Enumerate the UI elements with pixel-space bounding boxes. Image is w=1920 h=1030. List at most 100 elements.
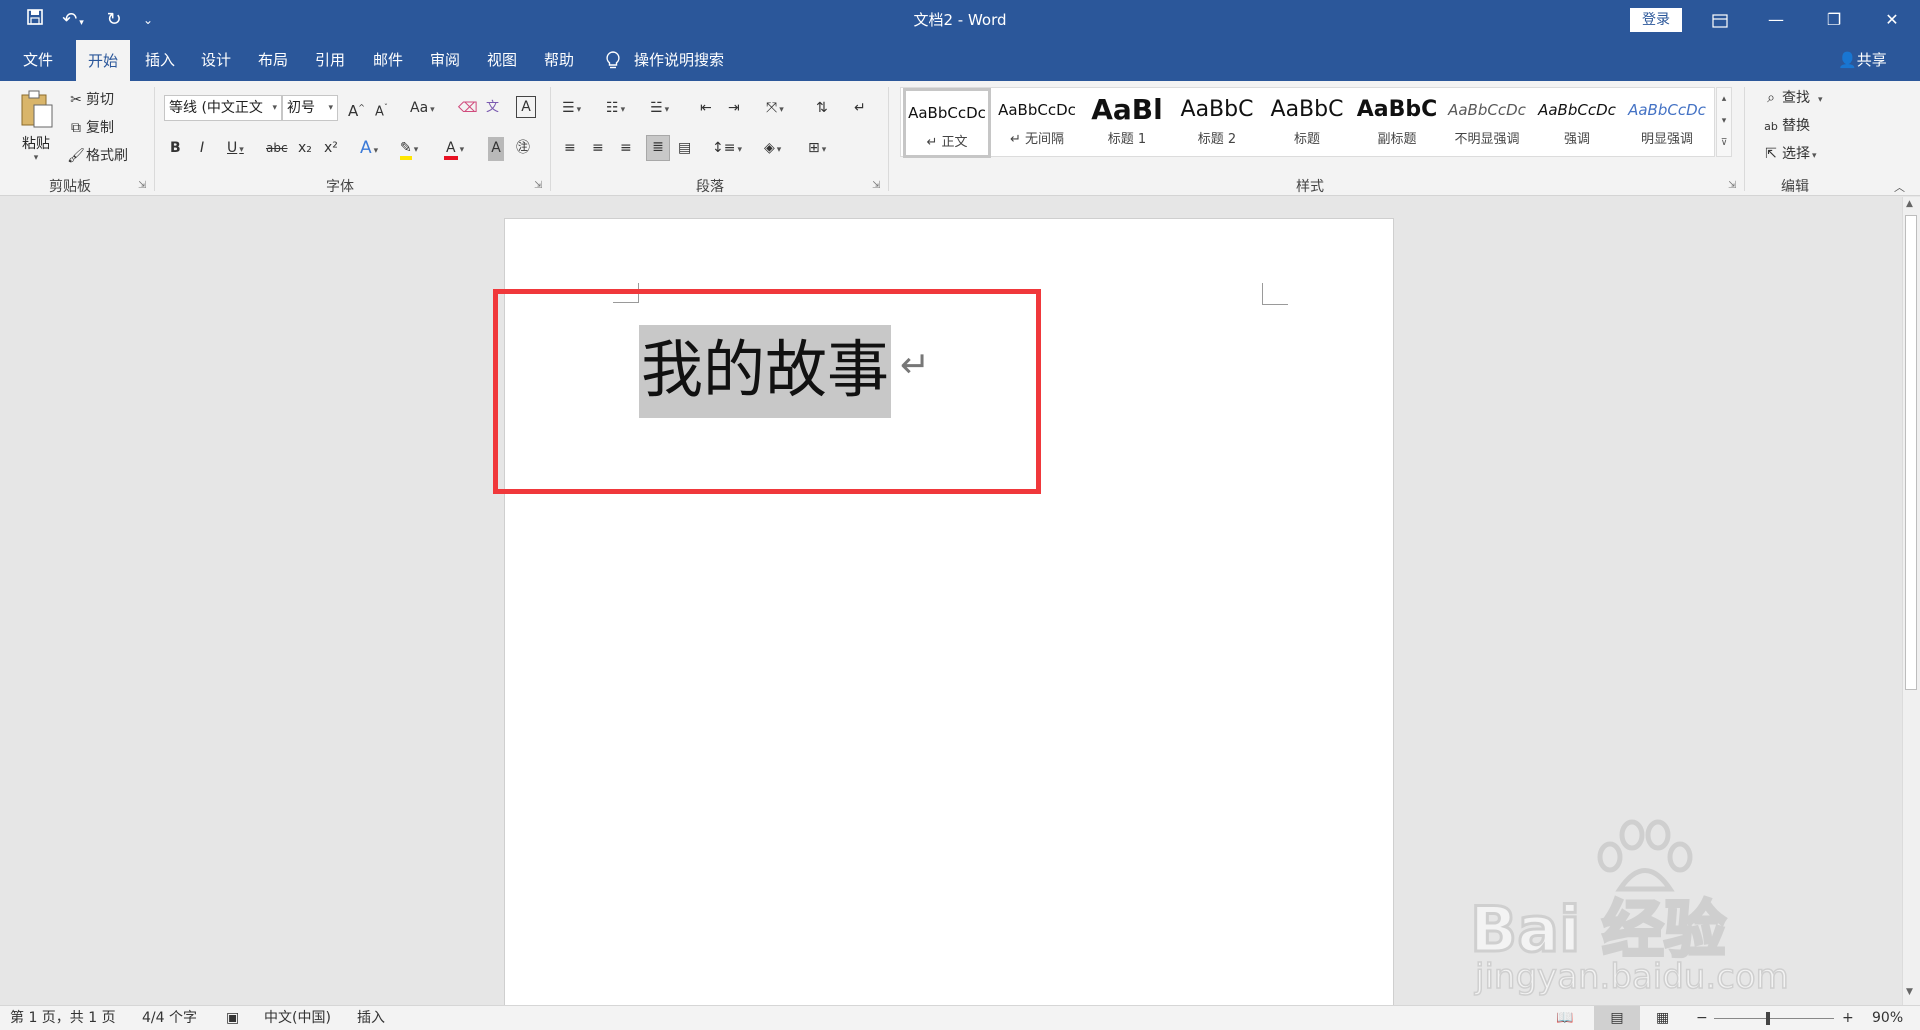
strikethrough-button[interactable]: abc [266,137,288,161]
tab-mailings[interactable]: 邮件 [364,40,412,81]
sign-in-button[interactable]: 登录 [1630,8,1682,32]
font-size-combo[interactable]: 初号 ▾ [282,95,338,121]
tab-references[interactable]: 引用 [306,40,354,81]
line-spacing-button[interactable]: ↕≡ ▾ [712,137,742,161]
decrease-indent-icon[interactable]: ⇤ [700,97,712,121]
zoom-slider-thumb[interactable] [1766,1012,1770,1025]
word-count[interactable]: 4/4 个字 [142,1009,197,1027]
show-marks-icon[interactable]: ↵ [854,97,866,121]
chinese-layout-button[interactable]: ⤧ ▾ [766,97,784,121]
font-launcher-icon[interactable]: ⇲ [534,180,542,191]
character-border-icon[interactable]: A [516,96,536,118]
style-title[interactable]: AaBbC 标题 [1263,88,1351,158]
bullets-button[interactable]: ☰ ▾ [562,97,581,121]
scroll-down-icon[interactable]: ▼ [1906,987,1913,997]
numbered-list-icon: ☷ [606,100,619,116]
italic-button[interactable]: I [200,137,204,161]
align-left-icon[interactable]: ≡ [564,137,576,161]
undo-button[interactable]: ↶ ▾ [58,8,88,32]
font-color-button[interactable]: A ▾ [444,137,464,161]
zoom-level[interactable]: 90% [1872,1009,1903,1027]
style-subtle-emphasis[interactable]: AaBbCcDc 不明显强调 [1443,88,1531,158]
copy-button[interactable]: ⧉ 复制 [66,117,114,141]
insert-mode[interactable]: 插入 [357,1009,385,1027]
tab-file[interactable]: 文件 [8,40,68,81]
zoom-out-icon[interactable]: − [1696,1009,1708,1027]
underline-button[interactable]: U ▾ [227,137,244,161]
minimize-icon[interactable]: — [1748,0,1804,40]
font-name-combo[interactable]: 等线 (中文正文 ▾ [164,95,282,121]
save-icon[interactable] [22,8,48,32]
borders-button[interactable]: ⊞ ▾ [808,137,826,161]
tab-view[interactable]: 视图 [478,40,526,81]
clear-formatting-icon[interactable]: ⌫ [458,97,478,121]
web-layout-icon[interactable]: ▦ [1656,1009,1669,1027]
restore-icon[interactable]: ❐ [1806,0,1862,40]
enclose-characters-icon[interactable]: ㊟ [516,137,530,161]
style-subtitle[interactable]: AaBbC 副标题 [1353,88,1441,158]
shrink-font-button[interactable]: Aˇ [375,97,388,121]
scroll-up-icon[interactable]: ▲ [1906,199,1913,209]
tab-review[interactable]: 审阅 [421,40,469,81]
bold-button[interactable]: B [170,137,181,161]
align-center-icon[interactable]: ≡ [592,137,604,161]
print-layout-icon[interactable]: ▤ [1594,1006,1640,1030]
numbering-button[interactable]: ☷ ▾ [606,97,625,121]
grow-font-button[interactable]: A^ [348,97,365,121]
cut-button[interactable]: ✂ 剪切 [66,89,114,113]
align-right-icon[interactable]: ≡ [620,137,632,161]
superscript-button[interactable]: x² [324,137,338,161]
increase-indent-icon[interactable]: ⇥ [728,97,740,121]
find-button[interactable]: ⌕ 查找 ▾ [1760,87,1822,111]
justify-icon[interactable]: ≣ [646,135,670,161]
customize-qat-icon[interactable]: ⌄ [140,8,156,32]
style-no-spacing[interactable]: AaBbCcDc ↵ 无间隔 [993,88,1081,158]
style-emphasis[interactable]: AaBbCcDc 强调 [1533,88,1621,158]
tab-layout[interactable]: 布局 [249,40,297,81]
close-icon[interactable]: ✕ [1864,0,1920,40]
distributed-icon[interactable]: ▤ [678,137,691,161]
tab-home[interactable]: 开始 [76,40,130,81]
shading-button[interactable]: ◈ ▾ [764,137,781,161]
replace-button[interactable]: ab 替换 [1760,115,1810,139]
styles-scroll[interactable]: ▴ ▾ ⊽ [1716,87,1732,157]
redo-icon[interactable]: ↻ [102,8,126,32]
tab-design[interactable]: 设计 [192,40,240,81]
share-button[interactable]: 👤共享 [1838,40,1887,81]
paste-button[interactable]: 粘贴 ▾ [14,89,58,175]
character-shading-icon[interactable]: A [488,137,504,161]
collapse-ribbon-icon[interactable]: ︿ [1894,179,1905,195]
tell-me-search[interactable]: 操作说明搜索 [634,40,744,81]
multilevel-list-icon: ☱ [650,100,663,116]
search-icon: ⌕ [1767,90,1775,106]
paragraph-launcher-icon[interactable]: ⇲ [872,180,880,191]
format-painter-button[interactable]: 🖌格式刷 [66,145,128,169]
tab-insert[interactable]: 插入 [136,40,184,81]
copy-icon: ⧉ [71,120,81,136]
tab-help[interactable]: 帮助 [535,40,583,81]
watermark-url: jingyan.baidu.com [1474,956,1789,998]
style-normal[interactable]: AaBbCcDc ↵ 正文 [903,88,991,158]
sort-icon[interactable]: ⇅ [816,97,828,121]
styles-launcher-icon[interactable]: ⇲ [1728,180,1736,191]
text-effects-button[interactable]: A ▾ [360,137,378,161]
clipboard-launcher-icon[interactable]: ⇲ [138,180,146,191]
multilevel-list-button[interactable]: ☱ ▾ [650,97,669,121]
style-heading-1[interactable]: AaBl 标题 1 [1083,88,1171,158]
style-heading-2[interactable]: AaBbC 标题 2 [1173,88,1261,158]
vertical-scrollbar[interactable]: ▲ ▼ [1902,197,1920,1005]
read-mode-icon[interactable]: 📖 [1556,1009,1573,1027]
ribbon-display-options-icon[interactable] [1692,0,1748,40]
zoom-in-icon[interactable]: + [1842,1009,1854,1027]
change-case-button[interactable]: Aa ▾ [410,97,435,121]
highlight-button[interactable]: ✎ ▾ [400,137,418,161]
style-intense-emphasis[interactable]: AaBbCcDc 明显强调 [1623,88,1711,158]
select-button[interactable]: ⇱ 选择 ▾ [1760,143,1816,167]
scroll-thumb[interactable] [1905,215,1917,690]
language-indicator[interactable]: 中文(中国) [264,1009,331,1027]
page-count[interactable]: 第 1 页，共 1 页 [10,1009,116,1027]
zoom-slider[interactable] [1714,1018,1834,1019]
subscript-button[interactable]: x₂ [298,137,312,161]
phonetic-guide-icon[interactable]: 文 [486,97,499,121]
proofing-icon[interactable]: ▣ [226,1009,239,1027]
